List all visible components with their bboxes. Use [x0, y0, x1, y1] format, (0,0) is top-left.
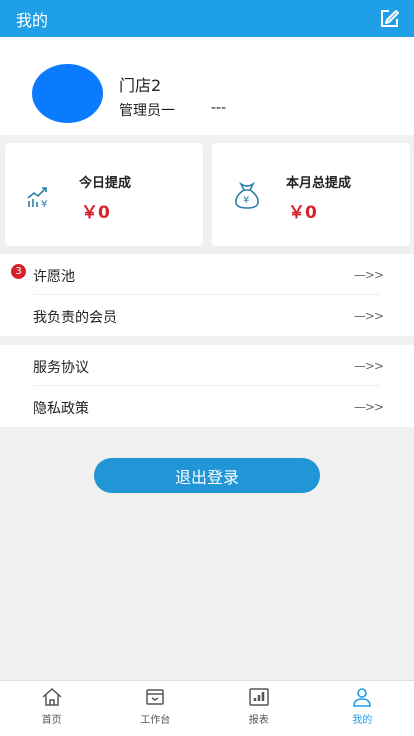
- tab-home[interactable]: 首页: [0, 681, 104, 736]
- tab-mine[interactable]: 我的: [311, 681, 414, 736]
- avatar[interactable]: [32, 64, 103, 123]
- menu-group-legal: 服务协议 —>> 隐私政策 —>>: [0, 345, 414, 427]
- menu-item-label: 我负责的会员: [33, 310, 117, 326]
- today-commission-label: 今日提成: [79, 176, 132, 191]
- menu-group-members: 3 许愿池 —>> 我负责的会员 —>>: [0, 254, 414, 336]
- today-commission-card[interactable]: ¥ 今日提成 ￥0: [5, 143, 203, 246]
- month-commission-label: 本月总提成: [286, 176, 352, 191]
- arrow-right-icon: —>>: [353, 359, 384, 373]
- menu-item-label: 服务协议: [33, 360, 89, 376]
- user-role-value: ---: [211, 100, 227, 116]
- svg-text:¥: ¥: [41, 199, 47, 210]
- month-commission-value: ￥0: [288, 203, 317, 223]
- tab-label: 我的: [352, 715, 373, 726]
- svg-text:¥: ¥: [243, 195, 249, 206]
- header-bar: 我的: [0, 0, 414, 37]
- today-commission-value: ￥0: [81, 203, 110, 223]
- workbench-icon: [143, 686, 167, 708]
- page-title: 我的: [16, 10, 49, 30]
- month-commission-card[interactable]: ¥ 本月总提成 ￥0: [212, 143, 410, 246]
- menu-item-service-agreement[interactable]: 服务协议 —>>: [0, 345, 414, 386]
- tab-label: 首页: [41, 715, 62, 726]
- menu-item-label: 许愿池: [33, 269, 75, 285]
- stats-section: ¥ 今日提成 ￥0 ¥ 本月总提成 ￥0: [0, 135, 414, 251]
- menu-item-my-members[interactable]: 我负责的会员 —>>: [0, 295, 414, 336]
- edit-icon[interactable]: [378, 8, 400, 30]
- home-icon: [40, 686, 64, 708]
- menu-item-wish-pool[interactable]: 3 许愿池 —>>: [0, 254, 414, 295]
- logout-button[interactable]: 退出登录: [94, 458, 320, 493]
- user-icon: [350, 686, 374, 708]
- menu-item-label: 隐私政策: [33, 401, 89, 417]
- arrow-right-icon: —>>: [353, 268, 384, 282]
- menu-item-privacy-policy[interactable]: 隐私政策 —>>: [0, 386, 414, 427]
- arrow-right-icon: —>>: [353, 309, 384, 323]
- tab-label: 工作台: [140, 715, 171, 726]
- report-icon: [247, 686, 271, 708]
- money-bag-icon: ¥: [232, 181, 262, 211]
- trend-chart-icon: ¥: [25, 181, 55, 211]
- notification-badge: 3: [11, 264, 26, 279]
- tab-label: 报表: [248, 715, 269, 726]
- user-role: 管理员一: [119, 103, 175, 119]
- bottom-tab-bar: 首页 工作台 报表 我的: [0, 680, 414, 736]
- tab-workbench[interactable]: 工作台: [104, 681, 208, 736]
- tab-report[interactable]: 报表: [207, 681, 311, 736]
- arrow-right-icon: —>>: [353, 400, 384, 414]
- store-name: 门店2: [119, 76, 162, 95]
- profile-card: 门店2 管理员一 ---: [0, 37, 414, 135]
